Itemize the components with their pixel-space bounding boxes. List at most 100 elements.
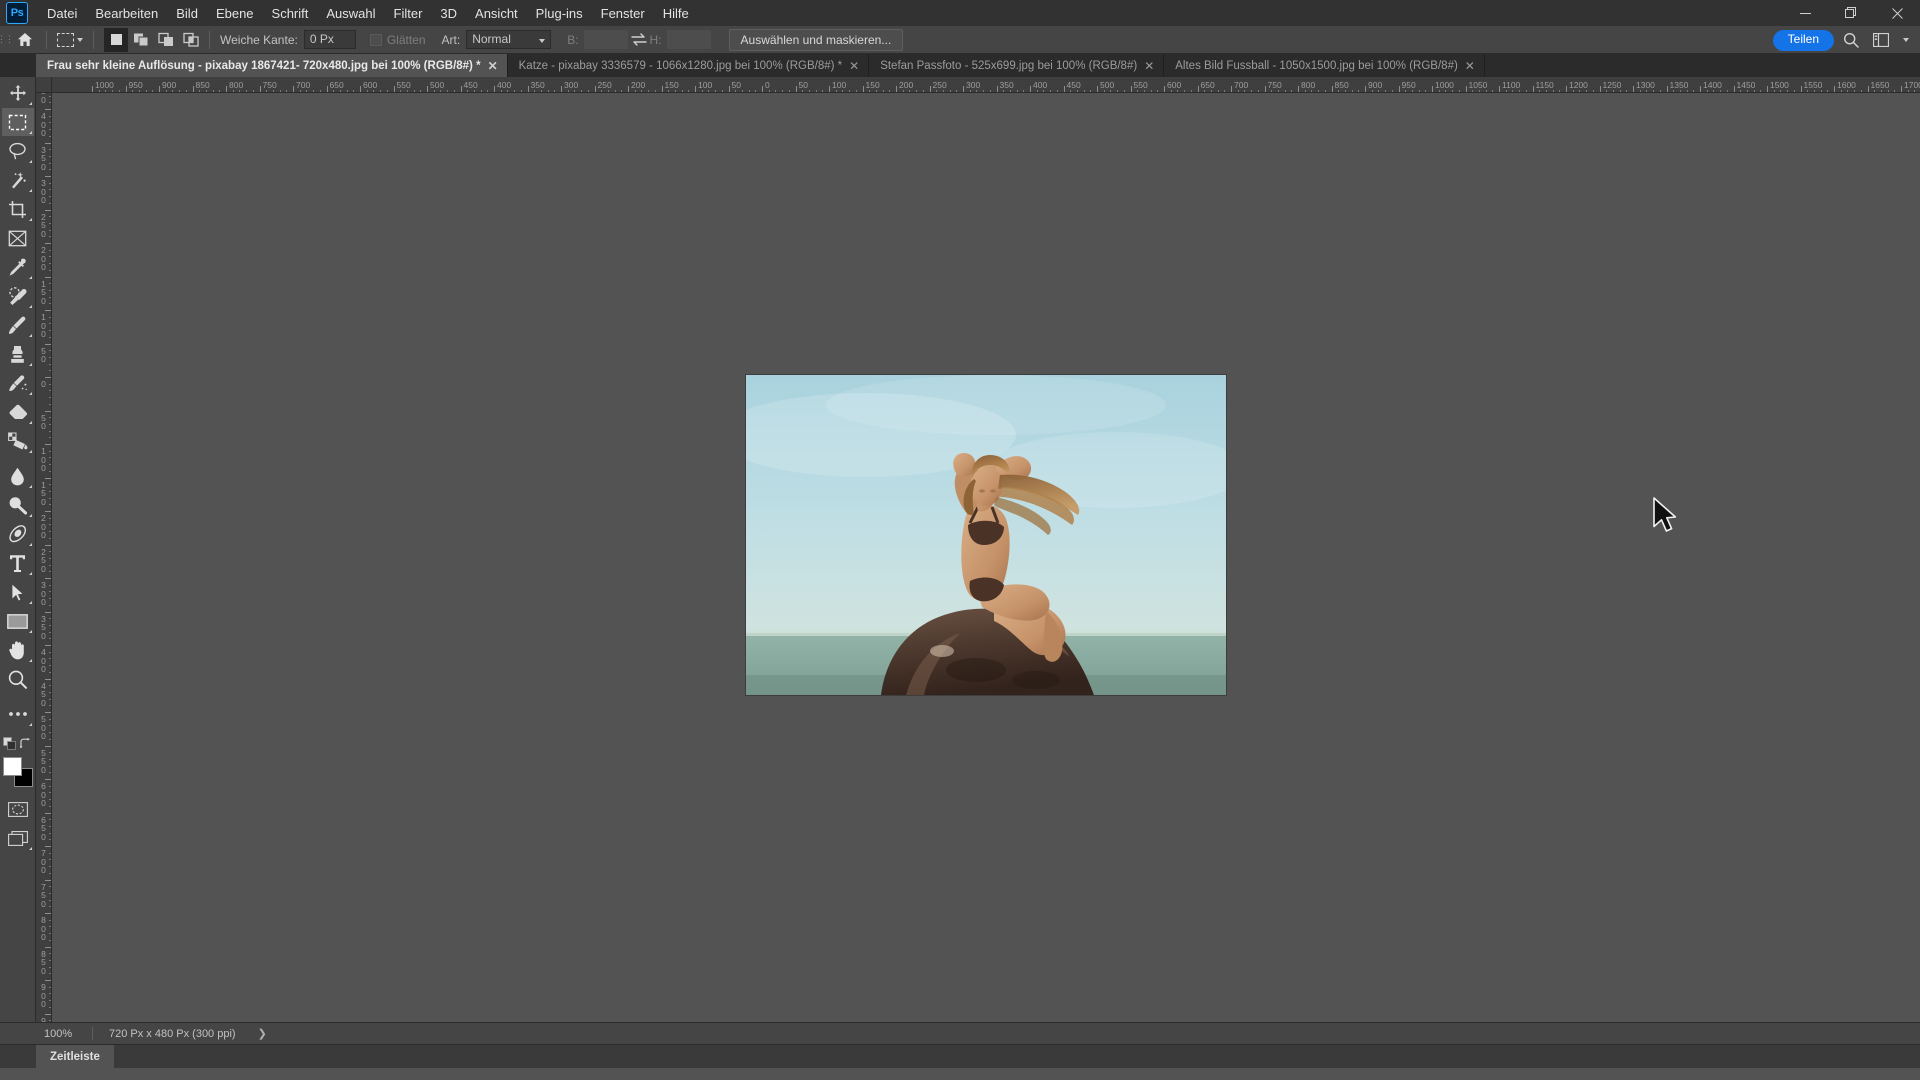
quick-mask-button[interactable] (2, 795, 34, 823)
width-input[interactable] (583, 30, 628, 49)
document-canvas[interactable] (746, 375, 1226, 695)
menu-auswahl[interactable]: Auswahl (317, 2, 384, 25)
ruler-tick (1566, 86, 1567, 92)
ruler-tick (862, 86, 864, 92)
blur-tool[interactable] (2, 462, 34, 490)
menu-filter[interactable]: Filter (385, 2, 432, 25)
ruler-tick (45, 444, 51, 445)
share-button[interactable]: Teilen (1772, 29, 1834, 51)
move-tool[interactable] (2, 79, 34, 107)
swap-colors-button[interactable] (19, 737, 32, 755)
menu-schrift[interactable]: Schrift (263, 2, 318, 25)
menu-bild[interactable]: Bild (167, 2, 207, 25)
dodge-tool[interactable] (2, 491, 34, 519)
foreground-color-swatch[interactable] (2, 757, 22, 776)
subtract-from-selection-button[interactable] (154, 28, 178, 52)
tab-close-icon[interactable]: ✕ (1144, 60, 1154, 72)
height-input[interactable] (666, 30, 711, 49)
type-tool[interactable] (2, 549, 34, 577)
tool-preset-picker[interactable] (53, 28, 87, 52)
menu-fenster[interactable]: Fenster (592, 2, 654, 25)
spot-healing-brush-tool[interactable] (2, 282, 34, 310)
status-bar: 100% 720 Px x 480 Px (300 ppi) ❯ (0, 1022, 1920, 1044)
new-selection-button[interactable] (104, 27, 128, 52)
hand-tool[interactable] (2, 636, 34, 664)
options-bar-grip[interactable]: ⋮⋮ (0, 26, 14, 54)
ruler-corner[interactable] (36, 77, 52, 93)
ruler-label: 750 (41, 881, 46, 909)
path-selection-tool[interactable] (2, 578, 34, 606)
pen-tool[interactable] (2, 520, 34, 548)
close-button[interactable] (1874, 0, 1920, 26)
document-tab-fussball[interactable]: Altes Bild Fussball - 1050x1500.jpg bei … (1164, 54, 1485, 77)
default-colors-button[interactable] (3, 737, 16, 755)
menu-ebene[interactable]: Ebene (207, 2, 263, 25)
eraser-tool[interactable] (2, 398, 34, 426)
workspace-switcher-icon (1873, 33, 1889, 47)
swap-dimensions-button[interactable] (628, 30, 650, 50)
tool-group-indicator (28, 601, 32, 604)
antialias-checkbox[interactable] (369, 33, 382, 46)
feather-input[interactable]: 0 Px (303, 30, 356, 49)
document-tab-passfoto[interactable]: Stefan Passfoto - 525x699.jpg bei 100% (… (869, 54, 1165, 77)
ruler-label: 250 (41, 546, 46, 574)
ruler-tick (293, 86, 294, 92)
tab-close-icon[interactable]: ✕ (488, 60, 498, 72)
eyedropper-tool[interactable] (2, 253, 34, 281)
clone-stamp-tool[interactable] (2, 340, 34, 368)
zoom-tool[interactable] (2, 665, 34, 693)
intersect-with-selection-button[interactable] (179, 28, 203, 52)
workspace-switcher-button[interactable] (1868, 28, 1894, 52)
frame-tool[interactable] (2, 224, 34, 252)
ruler-label: 350 (41, 144, 46, 172)
menu-hilfe[interactable]: Hilfe (654, 2, 698, 25)
timeline-tab[interactable]: Zeitleiste (36, 1045, 114, 1068)
ruler-tick (728, 86, 730, 92)
ruler-tick (45, 678, 51, 680)
menu-bearbeiten[interactable]: Bearbeiten (86, 2, 167, 25)
swap-colors-icon (19, 737, 30, 749)
crop-tool[interactable] (2, 195, 34, 223)
rectangular-marquee-tool[interactable] (1, 108, 34, 136)
brush-tool[interactable] (2, 311, 34, 339)
menu-plugins[interactable]: Plug-ins (527, 2, 592, 25)
select-and-mask-button[interactable]: Auswählen und maskieren... (728, 28, 904, 51)
maximize-button[interactable] (1828, 0, 1874, 26)
menu-3d[interactable]: 3D (431, 2, 466, 25)
status-expand-arrow[interactable]: ❯ (236, 1027, 267, 1040)
minimize-button[interactable] (1782, 0, 1828, 26)
ruler-tick (45, 846, 51, 847)
home-screen-button[interactable] (10, 26, 40, 54)
rectangle-tool[interactable] (2, 607, 34, 635)
tab-close-icon[interactable]: ✕ (849, 60, 859, 72)
document-tab-katze[interactable]: Katze - pixabay 3336579 - 1066x1280.jpg … (507, 54, 870, 77)
style-select[interactable]: Normal (466, 30, 552, 49)
ruler-tick (1164, 86, 1165, 92)
lasso-tool[interactable] (2, 137, 34, 165)
screen-mode-button[interactable] (2, 824, 34, 852)
ruler-label: 1500 (1770, 80, 1789, 90)
search-button[interactable] (1838, 28, 1864, 52)
vertical-ruler[interactable]: 4504003503002502001501005005010015020025… (36, 93, 52, 1022)
ruler-label: 600 (1167, 80, 1182, 90)
horizontal-ruler[interactable]: 1000 950 900 850 800 750 700 650 600 550 500 450 400… (52, 77, 1920, 93)
menu-datei[interactable]: Datei (38, 2, 86, 25)
ruler-label: 700 (1234, 80, 1249, 90)
tool-group-indicator (28, 160, 32, 163)
object-selection-tool[interactable] (2, 166, 34, 194)
workspace-caret-button[interactable] (1898, 28, 1914, 52)
canvas-area[interactable] (52, 93, 1920, 1022)
zoom-level[interactable]: 100% (36, 1028, 92, 1040)
ruler-tick (45, 477, 51, 479)
history-brush-tool[interactable] (2, 369, 34, 397)
gradient-tool[interactable] (2, 427, 34, 455)
tool-group-indicator (28, 305, 32, 308)
ruler-label: 550 (396, 80, 411, 90)
tab-close-icon[interactable]: ✕ (1465, 60, 1475, 72)
add-to-selection-button[interactable] (129, 28, 153, 52)
ruler-tick (460, 86, 462, 92)
ruler-tick (1030, 86, 1031, 92)
menu-ansicht[interactable]: Ansicht (466, 2, 527, 25)
document-tab-frau[interactable]: Frau sehr kleine Auflösung - pixabay 186… (36, 54, 508, 77)
edit-toolbar-tool[interactable] (2, 700, 34, 728)
